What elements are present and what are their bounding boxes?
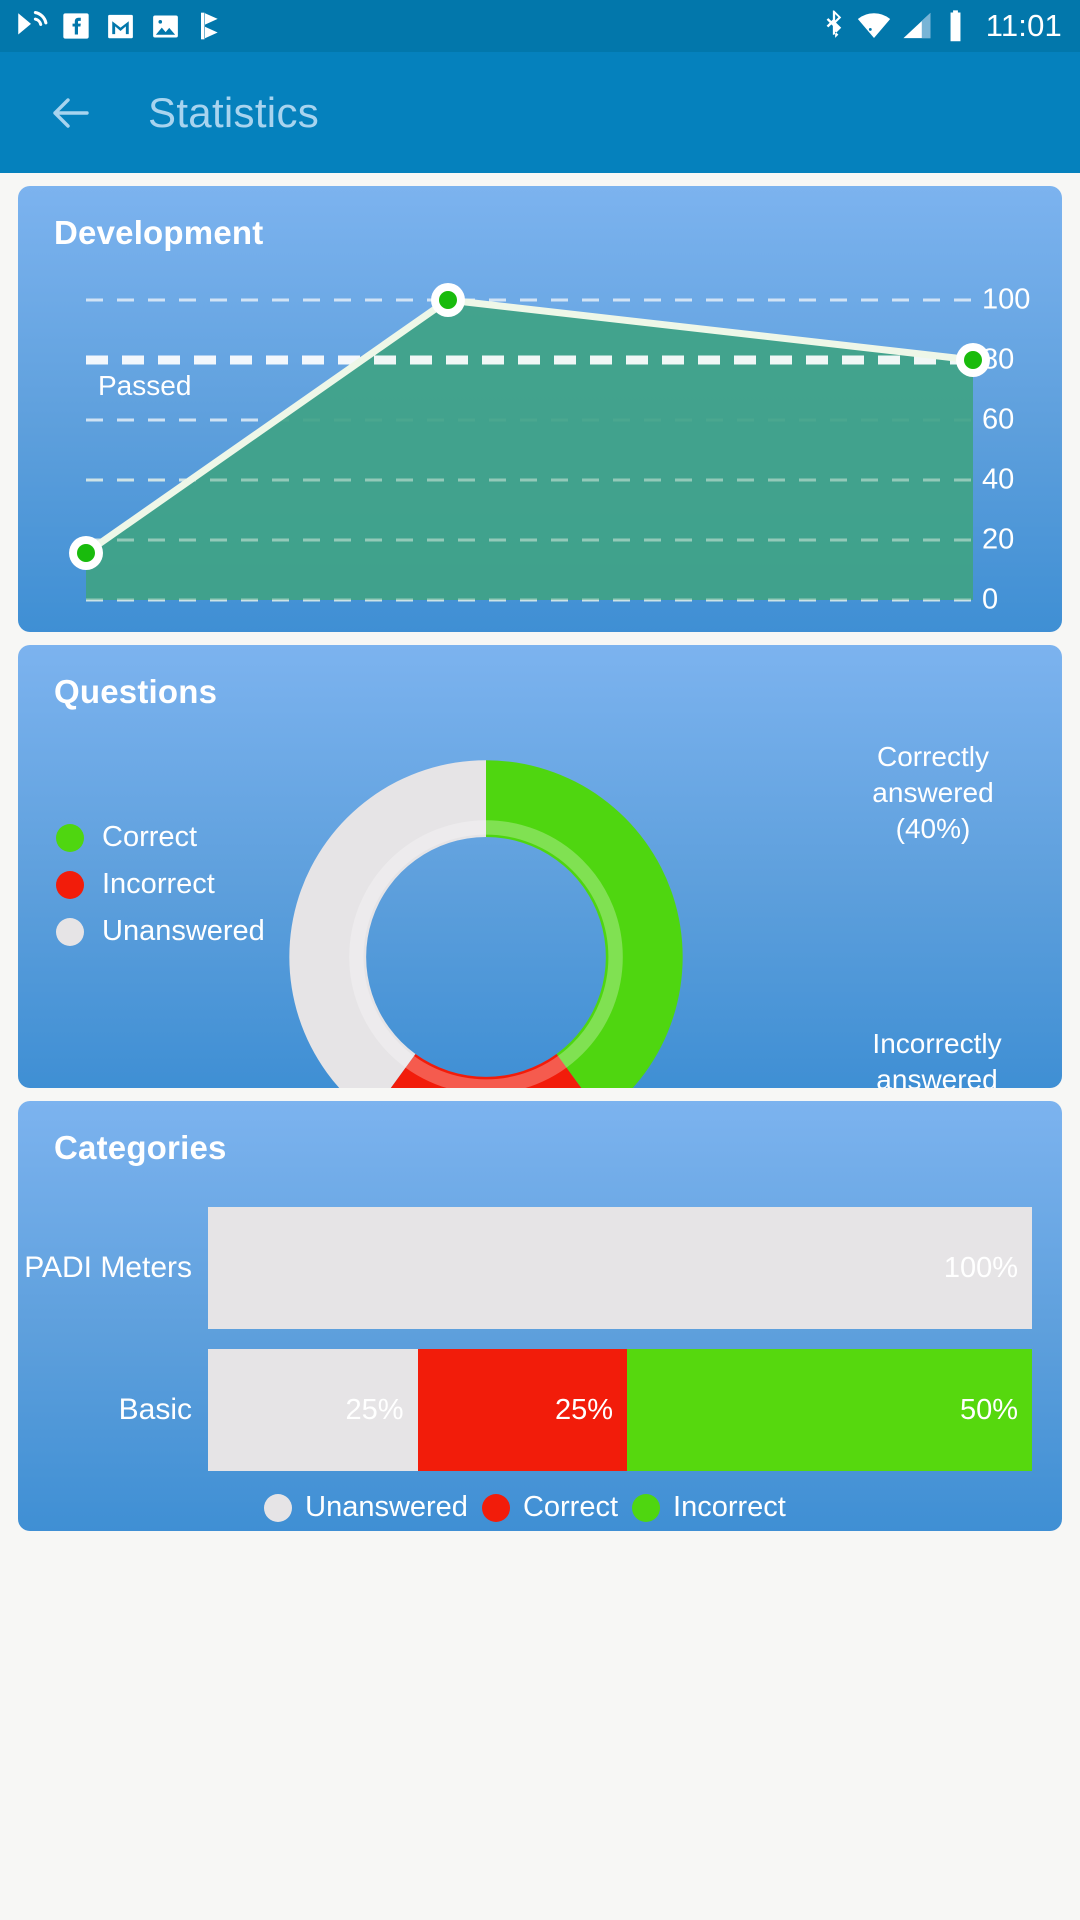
category-row-basic[interactable]: Basic 25% 25% 50% [18, 1349, 1032, 1471]
bar-segment-unanswered: 100% [208, 1207, 1032, 1329]
status-bar-system-icons: 11:01 [822, 8, 1062, 44]
category-label-padi-meters: PADI Meters [24, 1251, 192, 1284]
gmail-icon [108, 14, 133, 38]
facebook-icon [63, 13, 89, 39]
categories-legend-swatch-correct [481, 1493, 510, 1522]
legend-item-correct[interactable]: Correct [56, 821, 265, 854]
card-questions-title: Questions [54, 673, 218, 710]
categories-legend-swatch-incorrect [632, 1493, 661, 1522]
back-button[interactable] [40, 82, 102, 144]
card-categories[interactable]: Categories PADI Meters 100% Basic 25% 25… [18, 1101, 1062, 1531]
page-title: Statistics [148, 88, 320, 136]
categories-legend-swatch-unanswered [264, 1493, 293, 1522]
category-row-padi-meters[interactable]: PADI Meters 100% [18, 1207, 1032, 1329]
category-bar-basic: 25% 25% 50% [208, 1349, 1032, 1471]
category-bar-padi-meters: 100% [208, 1207, 1032, 1329]
battery-icon [950, 10, 961, 42]
questions-donut[interactable] [246, 717, 726, 1088]
legend-label-incorrect: Incorrect [102, 868, 215, 900]
legend-label-correct: Correct [102, 821, 198, 853]
categories-legend-label-incorrect: Incorrect [673, 1491, 786, 1523]
wifi-icon [857, 13, 890, 39]
clock: 11:01 [985, 8, 1062, 43]
categories-legend: Unanswered Correct Incorrect [18, 1491, 1032, 1524]
card-development[interactable]: Development Passed 100 80 60 40 20 0 [18, 186, 1062, 632]
categories-legend-item-unanswered[interactable]: Unanswered [264, 1491, 468, 1524]
card-development-title: Development [54, 214, 264, 251]
app-bar: Statistics [0, 52, 1080, 173]
questions-legend: Correct Incorrect Unanswered [56, 821, 265, 962]
development-chart[interactable]: Passed 100 80 60 40 20 0 [18, 252, 1062, 622]
cast-icon [18, 10, 48, 35]
y-tick-100: 100 [982, 283, 1031, 316]
note-incorrectly-answered: Incorrectlyanswered(20%) [872, 1028, 1002, 1088]
bluetooth-icon [826, 10, 841, 38]
note-correctly-answered: Correctly answered (40%) [872, 741, 994, 844]
legend-swatch-unanswered [56, 917, 84, 946]
development-chart-svg [69, 283, 990, 602]
categories-legend-label-unanswered: Unanswered [305, 1491, 468, 1523]
categories-legend-item-incorrect[interactable]: Incorrect [632, 1491, 786, 1524]
status-bar: 11:01 [0, 0, 1080, 52]
card-questions[interactable]: Questions Correct Incorrect Unanswered C… [18, 645, 1062, 1088]
check-flag-icon [201, 12, 218, 40]
categories-legend-label-correct: Correct [522, 1491, 619, 1523]
bar-segment-correct: 25% [417, 1349, 627, 1471]
y-tick-20: 20 [982, 523, 1015, 556]
legend-swatch-incorrect [56, 870, 84, 899]
legend-item-incorrect[interactable]: Incorrect [56, 868, 265, 901]
bar-segment-incorrect: 50% [627, 1349, 1032, 1471]
card-categories-title: Categories [54, 1129, 227, 1166]
category-label-basic: Basic [118, 1393, 192, 1426]
y-axis-labels: 100 80 60 40 20 0 [982, 252, 1044, 622]
questions-chart[interactable]: Correct Incorrect Unanswered Correctly a… [18, 711, 1062, 1088]
status-bar-notifications [14, 9, 822, 43]
categories-chart[interactable]: PADI Meters 100% Basic 25% 25% 50% Unans… [18, 1167, 1062, 1524]
y-tick-60: 60 [982, 403, 1015, 436]
arrow-left-icon [53, 97, 89, 128]
bar-segment-unanswered: 25% [208, 1349, 418, 1471]
legend-item-unanswered[interactable]: Unanswered [56, 915, 265, 948]
categories-legend-item-correct[interactable]: Correct [481, 1491, 619, 1524]
y-tick-0: 0 [982, 583, 999, 616]
signal-icon [903, 12, 931, 39]
legend-label-unanswered: Unanswered [102, 915, 265, 947]
photo-icon [153, 15, 178, 37]
passed-label: Passed [98, 370, 192, 401]
y-tick-40: 40 [982, 463, 1015, 496]
legend-swatch-correct [56, 823, 84, 852]
y-tick-80: 80 [982, 343, 1015, 376]
content-scroll[interactable]: Development Passed 100 80 60 40 20 0 Que… [0, 186, 1080, 1531]
